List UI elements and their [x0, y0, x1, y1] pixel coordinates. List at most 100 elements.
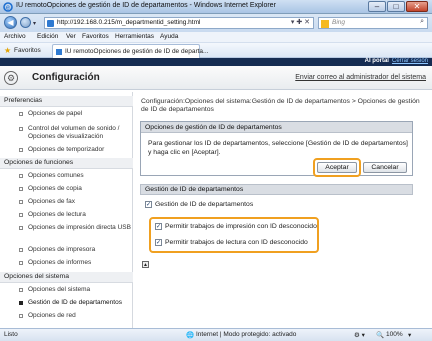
- ie-app-icon: e: [3, 2, 13, 12]
- bullet-icon: [19, 187, 23, 191]
- sidebar-item-label: Opciones de impresión directa USB: [28, 224, 131, 231]
- bullet-selected-icon: [19, 301, 23, 305]
- refresh-stop-icons[interactable]: ▾ ✚ ✕: [291, 18, 310, 26]
- sidebar-item-label: Gestión de ID de departamentos: [28, 299, 122, 306]
- menu-favoritos[interactable]: Favoritos: [82, 33, 109, 40]
- sidebar-section-funciones[interactable]: Opciones de funciones: [0, 158, 133, 169]
- zoom-dropdown-icon[interactable]: ▾: [408, 331, 411, 339]
- tab-page-icon: [56, 49, 62, 55]
- sidebar-item-label: Opciones de copia: [28, 185, 82, 192]
- scan-unknown-id-checkbox[interactable]: ✓: [155, 239, 162, 246]
- bullet-icon: [19, 226, 23, 230]
- svg-text:e: e: [6, 5, 10, 12]
- sidebar-item-label: Opciones de red: [28, 312, 76, 319]
- menu-ver[interactable]: Ver: [66, 33, 76, 40]
- print-unknown-id-label: Permitir trabajos de impresión con ID de…: [165, 223, 317, 230]
- sidebar-item-label: Opciones de temporizador: [28, 146, 105, 153]
- url-text: http://192.168.0.215/m_departmentid_sett…: [57, 19, 201, 26]
- sidebar-item-label: Control del volumen de sonido / Opciones…: [28, 125, 120, 140]
- bullet-icon: [19, 261, 23, 265]
- close-button[interactable]: ✕: [406, 1, 428, 12]
- bing-icon: [321, 20, 329, 28]
- search-placeholder: Bing: [332, 19, 346, 26]
- sidebar-item-label: Opciones de fax: [28, 198, 75, 205]
- sidebar-item-copia[interactable]: Opciones de copia: [0, 185, 133, 193]
- bullet-icon: [19, 248, 23, 252]
- minimize-button[interactable]: –: [368, 1, 386, 12]
- dept-id-checkbox[interactable]: ✓: [145, 201, 152, 208]
- sidebar-item-label: Opciones del sistema: [28, 286, 91, 293]
- sidebar-section-sistema[interactable]: Opciones del sistema: [0, 272, 133, 283]
- scan-unknown-id-label: Permitir trabajos de lectura con ID desc…: [165, 239, 308, 246]
- user-name: AI portal: [364, 58, 389, 64]
- menu-herramientas[interactable]: Herramientas: [115, 33, 154, 40]
- security-zone: Internet | Modo protegido: activado: [196, 331, 297, 338]
- zoom-level[interactable]: 100%: [386, 331, 403, 338]
- configuration-header: ⚙ Configuración Enviar correo al adminis…: [0, 66, 432, 90]
- sidebar-item-red[interactable]: Opciones de red: [0, 312, 133, 320]
- ok-highlight: [313, 158, 361, 177]
- back-button[interactable]: ◀: [4, 16, 17, 29]
- zoom-icon: 🔍: [376, 332, 385, 339]
- cancel-button[interactable]: Cancelar: [363, 162, 407, 173]
- address-field[interactable]: http://192.168.0.215/m_departmentid_sett…: [44, 17, 314, 29]
- back-to-top-icon[interactable]: ▲: [142, 261, 149, 268]
- sidebar-item-gestion-id[interactable]: Gestión de ID de departamentos: [0, 299, 133, 307]
- tab-label: IU remotoOpciones de gestión de ID de de…: [65, 48, 209, 55]
- sidebar-item-volumen[interactable]: Control del volumen de sonido / Opciones…: [0, 125, 133, 140]
- menu-bar: Archivo Edición Ver Favoritos Herramient…: [0, 32, 432, 43]
- page-icon: [47, 20, 54, 27]
- user-info: AI portal Cerrar sesión: [365, 58, 428, 64]
- bullet-icon: [19, 127, 23, 131]
- status-bar: Listo 🌐 Internet | Modo protegido: activ…: [0, 328, 432, 341]
- menu-ayuda[interactable]: Ayuda: [160, 33, 178, 40]
- sidebar-section-preferencias[interactable]: Preferencias: [0, 96, 133, 107]
- sidebar-item-impresion-usb[interactable]: Opciones de impresión directa USB: [0, 224, 133, 232]
- sidebar-item-label: Opciones de lectura: [28, 211, 86, 218]
- window-title: IU remotoOpciones de gestión de ID de de…: [16, 2, 276, 9]
- sidebar-item-label: Opciones de impresora: [28, 246, 96, 253]
- menu-archivo[interactable]: Archivo: [4, 33, 26, 40]
- sidebar-item-lectura[interactable]: Opciones de lectura: [0, 211, 133, 219]
- favorites-button[interactable]: Favoritos: [14, 47, 41, 54]
- sidebar-item-label: Opciones de papel: [28, 110, 83, 117]
- favorites-bar: ★ Favoritos IU remotoOpciones de gestión…: [0, 43, 432, 58]
- logout-link[interactable]: Cerrar sesión: [392, 58, 428, 64]
- sidebar-item-impresora[interactable]: Opciones de impresora: [0, 246, 133, 254]
- dept-id-label: Gestión de ID de departamentos: [155, 201, 254, 208]
- sidebar-item-opciones-sistema[interactable]: Opciones del sistema: [0, 286, 133, 294]
- dialog-title: Opciones de gestión de ID de departament…: [141, 122, 412, 133]
- forward-button[interactable]: [20, 17, 31, 28]
- breadcrumb: Configuración:Opciones del sistema:Gesti…: [141, 98, 420, 113]
- maximize-button[interactable]: □: [387, 1, 405, 12]
- dialog-message: Para gestionar los ID de departamentos, …: [148, 140, 408, 156]
- address-toolbar: ◀ ▾ http://192.168.0.215/m_departmentid_…: [0, 14, 432, 32]
- protected-mode-icon[interactable]: ⚙ ▾: [354, 331, 365, 339]
- sidebar: Preferencias Opciones de papel Control d…: [0, 92, 133, 328]
- mail-admin-link[interactable]: Enviar correo al administrador del siste…: [295, 74, 426, 81]
- print-unknown-id-checkbox[interactable]: ✓: [155, 223, 162, 230]
- bullet-icon: [19, 112, 23, 116]
- sidebar-item-temporizador[interactable]: Opciones de temporizador: [0, 146, 133, 154]
- page-title: Configuración: [32, 72, 100, 83]
- history-dropdown-icon[interactable]: ▾: [33, 20, 36, 27]
- bullet-icon: [19, 174, 23, 178]
- bullet-icon: [19, 148, 23, 152]
- app-user-bar: AI portal Cerrar sesión: [0, 58, 432, 66]
- sidebar-item-informes[interactable]: Opciones de informes: [0, 259, 133, 267]
- sidebar-item-fax[interactable]: Opciones de fax: [0, 198, 133, 206]
- window-title-bar: e IU remotoOpciones de gestión de ID de …: [0, 0, 432, 14]
- globe-icon: 🌐: [186, 332, 195, 339]
- bullet-icon: [19, 288, 23, 292]
- search-icon[interactable]: ⌕: [420, 18, 424, 26]
- menu-edicion[interactable]: Edición: [37, 33, 58, 40]
- browser-tab[interactable]: IU remotoOpciones de gestión de ID de de…: [52, 44, 208, 58]
- bullet-icon: [19, 200, 23, 204]
- search-box[interactable]: Bing ⌕: [318, 17, 428, 29]
- gear-icon: ⚙: [4, 71, 18, 85]
- sidebar-item-comunes[interactable]: Opciones comunes: [0, 172, 133, 180]
- section-header: Gestión de ID de departamentos: [140, 184, 413, 195]
- sidebar-item-opciones-papel[interactable]: Opciones de papel: [0, 110, 133, 118]
- sidebar-item-label: Opciones comunes: [28, 172, 84, 179]
- favorites-star-icon[interactable]: ★: [4, 46, 11, 55]
